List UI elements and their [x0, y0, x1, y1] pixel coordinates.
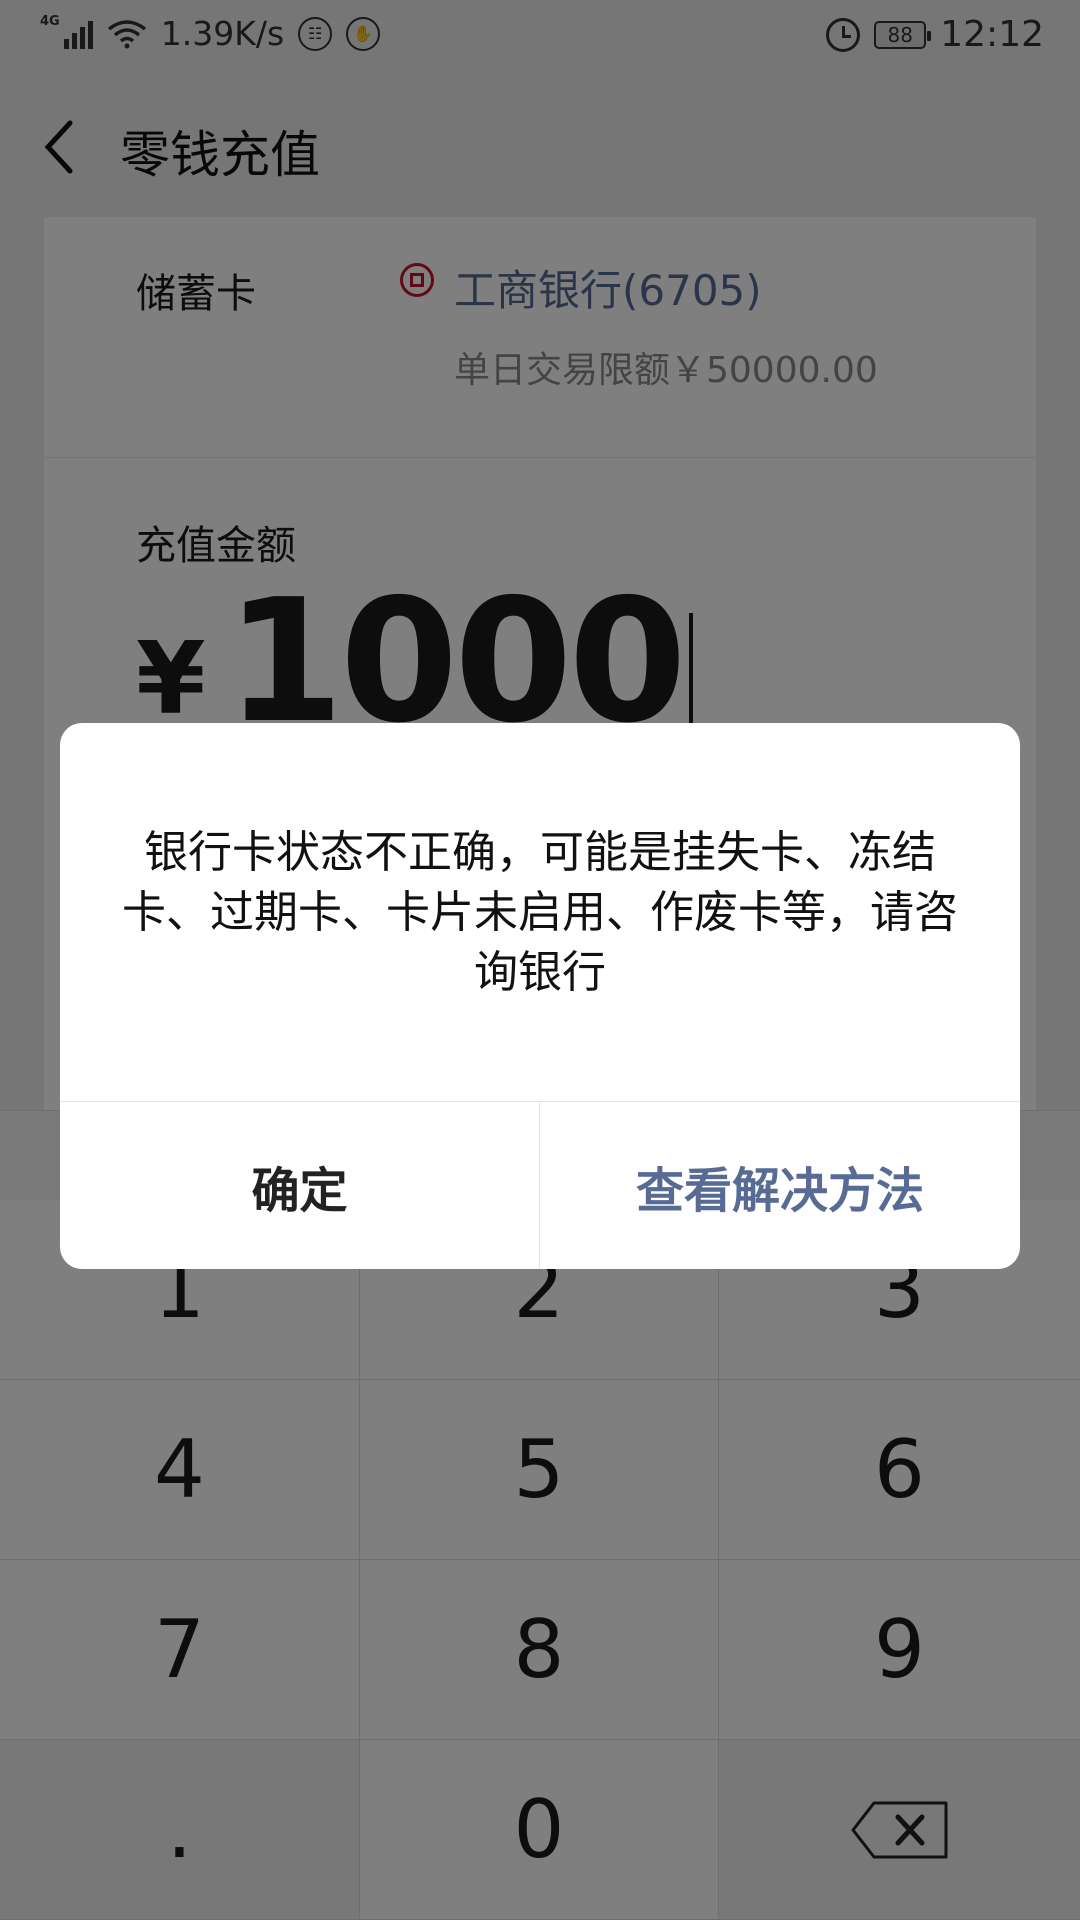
dialog-message: 银行卡状态不正确，可能是挂失卡、冻结卡、过期卡、卡片未启用、作废卡等，请咨询银行	[122, 827, 958, 998]
error-dialog: 银行卡状态不正确，可能是挂失卡、冻结卡、过期卡、卡片未启用、作废卡等，请咨询银行…	[60, 723, 1020, 1269]
view-solution-button[interactable]: 查看解决方法	[540, 1102, 1020, 1269]
confirm-button[interactable]: 确定	[60, 1102, 539, 1269]
